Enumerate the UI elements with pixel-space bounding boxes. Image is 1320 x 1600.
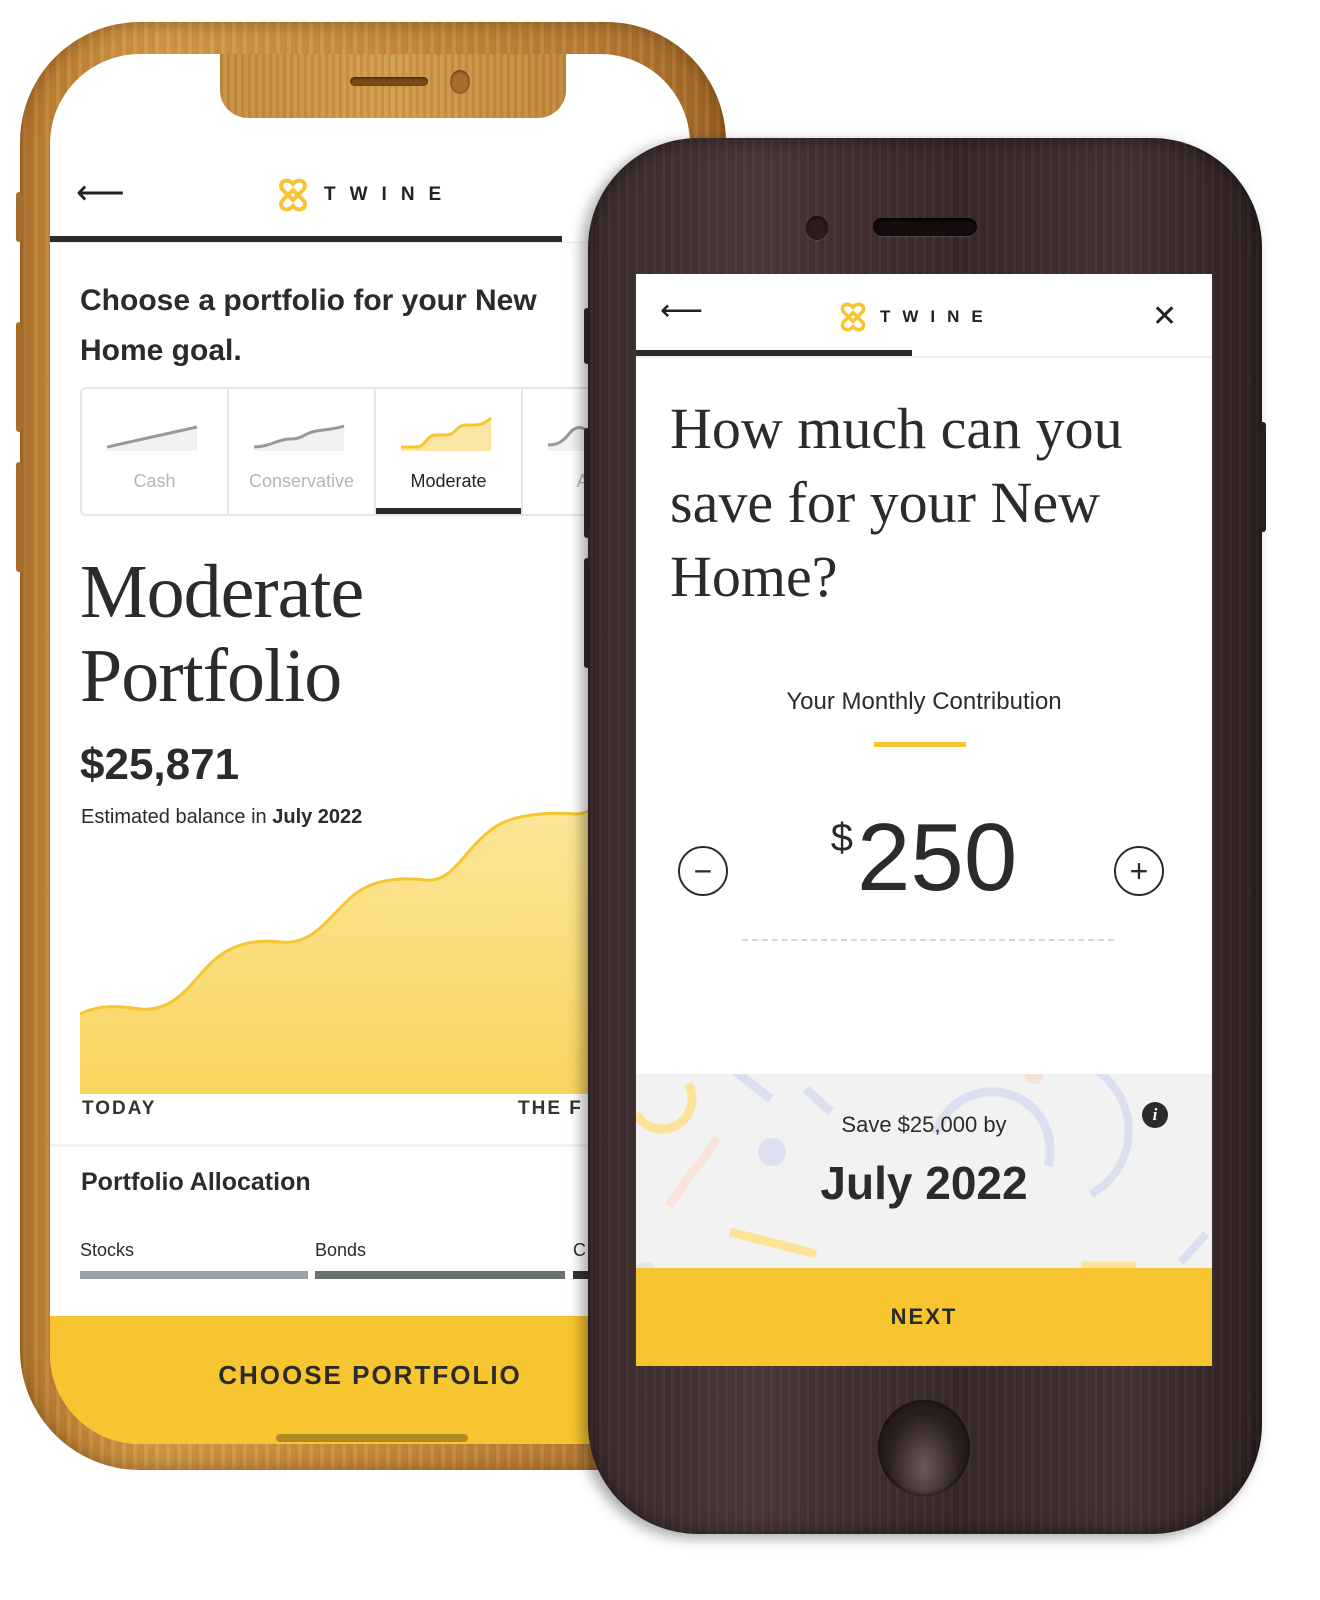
dark-wood-phone: ⟵ TWINE ✕ How much can you save for your… (584, 138, 1266, 1534)
next-label: NEXT (890, 1304, 958, 1329)
goal-target-text: Save $25,000 by (841, 1112, 1007, 1137)
page-title: Choose a portfolio for your New Home goa… (80, 284, 537, 367)
phone-notch (220, 54, 566, 118)
moderate-sparkline-icon (401, 417, 492, 451)
phone-side-button (584, 558, 590, 668)
tab-label: Cash (133, 471, 176, 491)
accent-rule (874, 742, 966, 747)
front-camera-icon (806, 216, 828, 240)
allocation-label: Stocks (80, 1240, 135, 1260)
goal-summary-panel: Save $25,000 by July 2022 i (636, 1074, 1212, 1270)
phone-side-button (584, 308, 590, 364)
brand-name: TWINE (324, 184, 456, 205)
amount-value: 250 (857, 804, 1018, 911)
estimated-balance: $25,871 (80, 740, 240, 789)
phone-side-button (16, 192, 22, 242)
plus-icon: + (1129, 853, 1149, 889)
currency-symbol: $ (830, 816, 854, 860)
phone-side-button (584, 428, 590, 538)
allocation-label: Bonds (315, 1240, 367, 1260)
allocation-stocks: Stocks (80, 1240, 308, 1279)
info-icon[interactable]: i (1142, 1102, 1168, 1128)
allocation-bonds: Bonds (315, 1240, 565, 1279)
camera-icon (450, 70, 470, 94)
portfolio-name-line1: Moderate (80, 550, 364, 634)
phone-side-button (16, 322, 22, 432)
close-icon[interactable]: ✕ (1152, 302, 1177, 332)
estimate-date: July 2022 (272, 806, 363, 828)
chart-end-label: THE F (518, 1098, 583, 1119)
brand-name: TWINE (880, 307, 995, 326)
twine-logo: TWINE (276, 178, 455, 212)
speaker-grille (350, 77, 428, 86)
speaker-grille (873, 218, 977, 236)
tab-conservative[interactable]: Conservative (229, 389, 376, 514)
cash-sparkline-icon (107, 425, 198, 451)
allocation-title: Portfolio Allocation (81, 1168, 311, 1196)
tab-moderate[interactable]: Moderate (376, 389, 523, 514)
tab-label: Moderate (410, 471, 487, 491)
tab-cash[interactable]: Cash (82, 389, 229, 514)
home-indicator[interactable] (276, 1434, 468, 1442)
increment-button[interactable]: + (1114, 846, 1164, 896)
conservative-sparkline-icon (254, 424, 345, 451)
amount-underline (742, 939, 1114, 941)
twine-knot-icon (840, 302, 866, 332)
phone-side-button (16, 462, 22, 572)
next-button[interactable]: NEXT (636, 1268, 1212, 1366)
question-heading: How much can you save for your New Home? (670, 396, 1123, 609)
phone-side-button (1260, 422, 1266, 532)
tab-label: Conservative (248, 471, 355, 491)
chart-start-label: TODAY (82, 1098, 157, 1119)
twine-knot-icon (279, 178, 307, 212)
estimate-prefix: Estimated balance in (81, 806, 273, 828)
goal-date: July 2022 (820, 1157, 1028, 1209)
contribution-screen: ⟵ TWINE ✕ How much can you save for your… (636, 274, 1212, 1366)
back-arrow-icon[interactable]: ⟵ (76, 176, 125, 210)
header-divider (636, 356, 1212, 358)
contribution-label: Your Monthly Contribution (786, 688, 1062, 715)
allocation-bar (315, 1271, 565, 1279)
home-button[interactable] (878, 1400, 970, 1496)
portfolio-name-line2: Portfolio (80, 634, 342, 718)
estimate-caption: Estimated balance in July 2022 (81, 806, 362, 829)
portfolio-name: Moderate Portfolio (80, 550, 364, 718)
twine-logo: TWINE (838, 302, 995, 332)
back-arrow-icon[interactable]: ⟵ (660, 296, 703, 326)
allocation-bar (80, 1271, 308, 1279)
